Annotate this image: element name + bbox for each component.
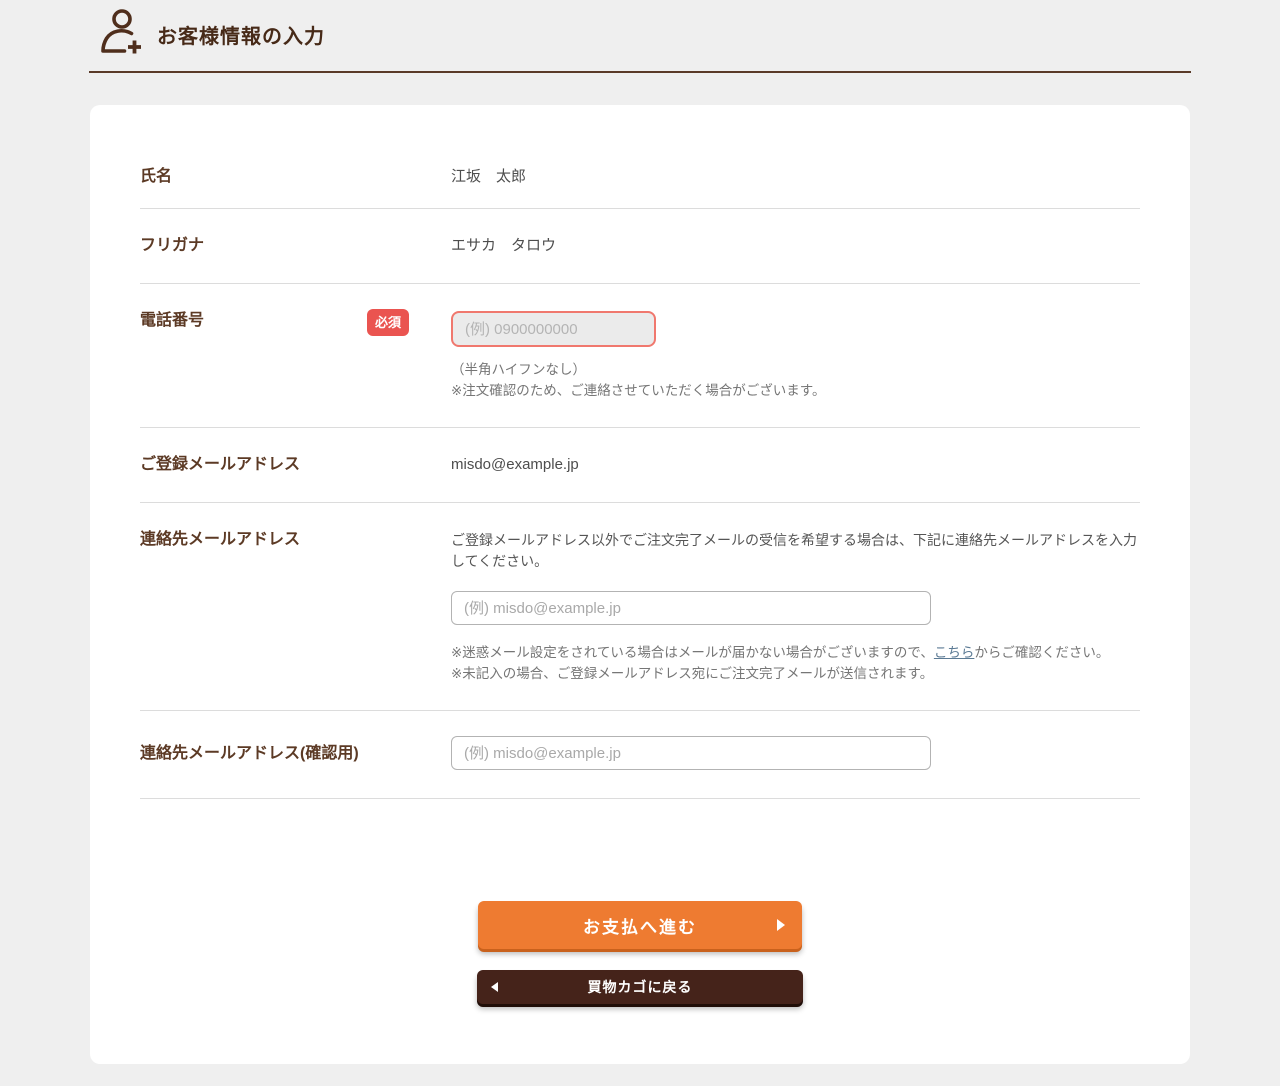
page-header: お客様情報の入力 [89,0,1191,73]
phone-value-col: （半角ハイフンなし） ※注文確認のため、ご連絡させていただく場合がございます。 [451,311,1140,401]
spam-check-link[interactable]: こちら [934,645,975,660]
row-contact-email-confirm: 連絡先メールアドレス(確認用) [140,711,1140,799]
phone-input[interactable] [451,311,656,347]
page-header-inner: お客様情報の入力 [89,8,1191,60]
contact-email-input-wrap [451,591,1140,625]
name-label: 氏名 [140,167,172,186]
contact-email-input[interactable] [451,591,931,625]
contact-email-label: 連絡先メールアドレス [140,530,300,549]
name-value: 江坂 太郎 [451,168,526,185]
back-to-cart-button[interactable]: 買物カゴに戻る [477,970,803,1004]
contact-email-confirm-label: 連絡先メールアドレス(確認用) [140,744,359,763]
back-button-label: 買物カゴに戻る [588,977,693,997]
row-furigana: フリガナ エサカ タロウ [140,209,1140,284]
proceed-button-label: お支払へ進む [583,913,697,938]
row-name: 氏名 江坂 太郎 [140,145,1140,209]
furigana-value: エサカ タロウ [451,237,556,254]
furigana-label: フリガナ [140,236,204,255]
row-contact-email: 連絡先メールアドレス ご登録メールアドレス以外でご注文完了メールの受信を希望する… [140,503,1140,711]
contact-email-description: ご登録メールアドレス以外でご注文完了メールの受信を希望する場合は、下記に連絡先メ… [451,530,1140,572]
furigana-value-col: エサカ タロウ [451,236,1140,255]
furigana-label-col: フリガナ [140,236,451,255]
name-value-col: 江坂 太郎 [451,167,1140,186]
contact-email-label-col: 連絡先メールアドレス [140,530,451,549]
contact-email-value-col: ご登録メールアドレス以外でご注文完了メールの受信を希望する場合は、下記に連絡先メ… [451,530,1140,684]
registered-email-value-col: misdo@example.jp [451,455,1140,474]
phone-note-1: （半角ハイフンなし） [451,359,1140,380]
registered-email-value: misdo@example.jp [451,456,579,473]
contact-email-confirm-value-col [451,736,1140,770]
contact-email-confirm-label-col: 連絡先メールアドレス(確認用) [140,744,451,763]
proceed-to-payment-button[interactable]: お支払へ進む [478,901,802,949]
row-phone: 電話番号 必須 （半角ハイフンなし） ※注文確認のため、ご連絡させていただく場合… [140,284,1140,428]
button-area: お支払へ進む 買物カゴに戻る [140,901,1140,1004]
row-registered-email: ご登録メールアドレス misdo@example.jp [140,428,1140,503]
note-1-text-after: からご確認ください。 [974,645,1109,660]
contact-email-note-1: ※迷惑メール設定をされている場合はメールが届かない場合がございますので、こちらか… [451,642,1140,663]
phone-label-col: 電話番号 必須 [140,311,451,336]
contact-email-confirm-input[interactable] [451,736,931,770]
phone-note-2: ※注文確認のため、ご連絡させていただく場合がございます。 [451,380,1140,401]
name-label-col: 氏名 [140,167,451,186]
contact-email-note-2: ※未記入の場合、ご登録メールアドレス宛にご注文完了メールが送信されます。 [451,663,1140,684]
contact-email-notes: ※迷惑メール設定をされている場合はメールが届かない場合がございますので、こちらか… [451,642,1140,684]
note-1-text-before: ※迷惑メール設定をされている場合はメールが届かない場合がございますので、 [451,645,934,660]
registered-email-label-col: ご登録メールアドレス [140,455,451,474]
arrow-right-icon [777,919,785,931]
required-badge: 必須 [367,309,409,336]
page-title: お客様情報の入力 [157,20,325,49]
arrow-left-icon [491,982,498,992]
customer-info-card: 氏名 江坂 太郎 フリガナ エサカ タロウ 電話番号 必須 （半角ハイフンなし）… [90,105,1190,1064]
registered-email-label: ご登録メールアドレス [140,455,300,474]
phone-label: 電話番号 [140,311,204,330]
person-add-icon [98,8,142,60]
